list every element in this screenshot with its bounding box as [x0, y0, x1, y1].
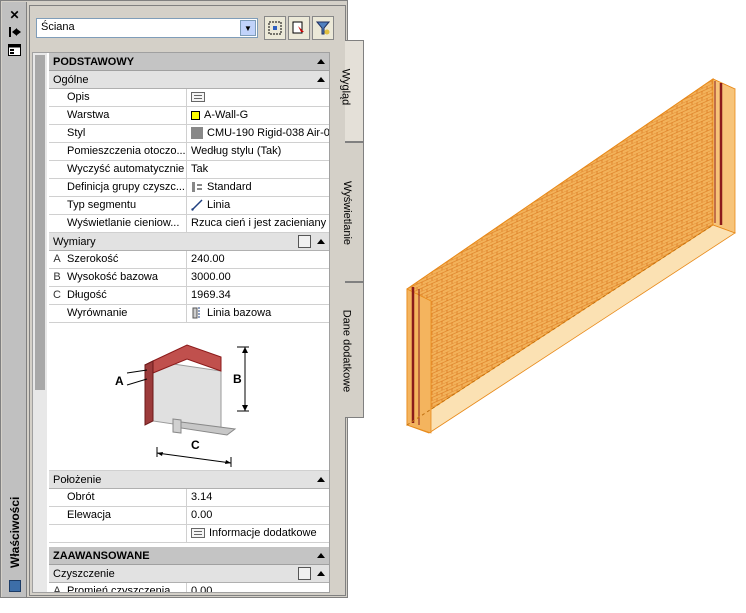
collapse-arrow-icon[interactable] — [317, 77, 325, 82]
collapse-arrow-icon[interactable] — [317, 571, 325, 576]
prop-row-layer[interactable]: Warstwa A-Wall-G — [49, 107, 329, 125]
wall-dimension-diagram: B A C — [49, 323, 329, 471]
autohide-icon[interactable] — [7, 26, 22, 40]
prop-row-segment-type[interactable]: Typ segmentu Linia — [49, 197, 329, 215]
wall-style-icon — [191, 127, 203, 140]
chevron-down-icon[interactable]: ▼ — [240, 20, 256, 36]
scrollbar-thumb[interactable] — [35, 55, 45, 390]
properties-palette: ✕ Właściwości Ściana ▼ PODSTAWOWY Ogólne… — [0, 0, 348, 598]
collapse-arrow-icon[interactable] — [317, 553, 325, 558]
prop-row-elevation[interactable]: Elewacja 0.00 — [49, 507, 329, 525]
cleanup-edit-icon[interactable] — [298, 567, 311, 580]
toggle-pickadd-icon — [268, 21, 282, 35]
additional-info-icon — [191, 528, 205, 539]
select-objects-button[interactable] — [288, 16, 310, 40]
dimension-label-c: C — [191, 438, 200, 452]
baseline-justify-icon — [192, 307, 200, 320]
line-segment-icon — [191, 199, 203, 211]
dimension-label-b: B — [233, 372, 242, 386]
tab-extended-data[interactable]: Dane dodatkowe — [340, 282, 364, 418]
layer-color-swatch — [191, 110, 200, 120]
cleanup-group-icon — [192, 182, 202, 193]
group-dimensions[interactable]: Wymiary — [49, 233, 329, 251]
group-general[interactable]: Ogólne — [49, 71, 329, 89]
prop-row-additional-info[interactable]: Informacje dodatkowe — [49, 525, 329, 543]
close-icon[interactable]: ✕ — [7, 8, 22, 22]
prop-row-cleanup-group[interactable]: Definicja grupy czyszc... Standard — [49, 179, 329, 197]
group-location[interactable]: Położenie — [49, 471, 329, 489]
palette-options-icon[interactable] — [9, 580, 21, 592]
prop-row-shadow-display[interactable]: Wyświetlanie cieniow... Rzuca cień i jes… — [49, 215, 329, 233]
prop-row-style[interactable]: Styl CMU-190 Rigid-038 Air-0 — [49, 125, 329, 143]
tab-display[interactable]: Wyświetlanie — [341, 142, 364, 282]
category-advanced[interactable]: ZAAWANSOWANE — [49, 547, 329, 565]
quick-select-button[interactable] — [312, 16, 334, 40]
collapse-arrow-icon[interactable] — [317, 239, 325, 244]
prop-row-cleanup-radius[interactable]: A Promień czyszczenia 0.00 — [49, 583, 329, 592]
wall-3d-view[interactable] — [395, 75, 746, 435]
collapse-arrow-icon[interactable] — [317, 477, 325, 482]
palette-titlebar[interactable]: ✕ Właściwości — [2, 2, 27, 597]
dimension-edit-icon[interactable] — [298, 235, 311, 248]
prop-row-cleanup-auto[interactable]: Wyczyść automatycznie Tak — [49, 161, 329, 179]
object-type-select[interactable]: Ściana ▼ — [36, 18, 258, 38]
prop-row-length[interactable]: C Długość 1969.34 — [49, 287, 329, 305]
quick-select-icon — [316, 21, 330, 35]
prop-row-base-height[interactable]: B Wysokość bazowa 3000.00 — [49, 269, 329, 287]
prop-row-width[interactable]: A Szerokość 240.00 — [49, 251, 329, 269]
prop-row-justify[interactable]: Wyrównanie Linia bazowa — [49, 305, 329, 323]
description-icon — [191, 92, 205, 103]
select-objects-icon — [292, 21, 304, 34]
group-cleanup[interactable]: Czyszczenie — [49, 565, 329, 583]
toggle-pickadd-button[interactable] — [264, 16, 286, 40]
prop-row-description[interactable]: Opis — [49, 89, 329, 107]
property-grid: PODSTAWOWY Ogólne Opis Warstwa A-Wall-G … — [32, 52, 330, 593]
scrollbar[interactable] — [33, 53, 47, 592]
category-basic[interactable]: PODSTAWOWY — [49, 53, 329, 71]
prop-row-rotation[interactable]: Obrót 3.14 — [49, 489, 329, 507]
collapse-arrow-icon[interactable] — [317, 59, 325, 64]
dimension-label-a: A — [115, 374, 124, 388]
tab-appearance[interactable]: Wygląd — [339, 40, 364, 142]
palette-content: Ściana ▼ PODSTAWOWY Ogólne Opis Warstwa … — [29, 5, 346, 596]
palette-title: Właściwości — [8, 496, 22, 568]
properties-menu-icon[interactable] — [7, 44, 22, 58]
prop-row-bound-spaces[interactable]: Pomieszczenia otoczo... Według stylu (Ta… — [49, 143, 329, 161]
object-type-value: Ściana — [41, 21, 75, 33]
